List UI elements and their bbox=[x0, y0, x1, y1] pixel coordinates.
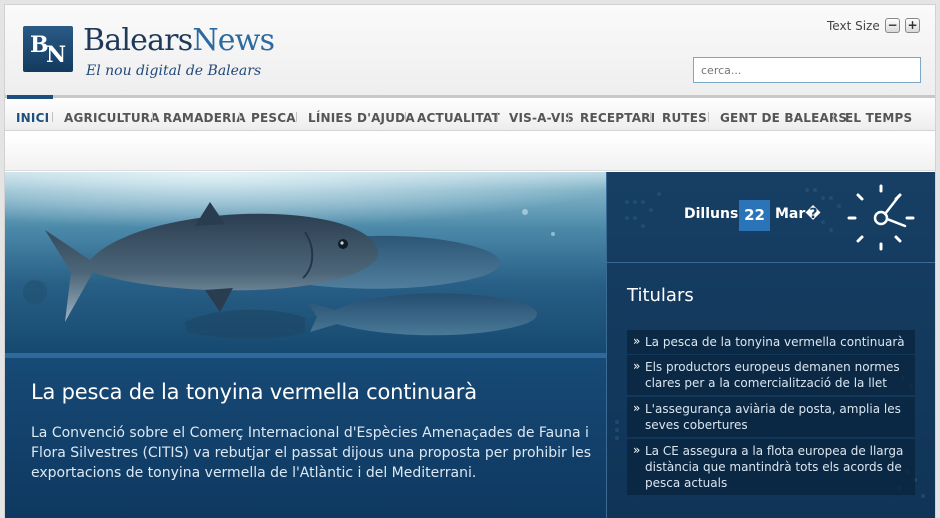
nav-item-vis-a-vis[interactable]: VIS-A-VIS bbox=[509, 111, 574, 125]
headline-item[interactable]: » L'assegurança aviària de posta, amplia… bbox=[627, 397, 915, 437]
minus-icon: − bbox=[887, 18, 898, 32]
sidebar: Dilluns 22 Mar� Titulars » La pesca de l… bbox=[606, 172, 935, 518]
main-nav: INICI AGRICULTURA RAMADERIA PESCA LÍNIES… bbox=[5, 95, 935, 131]
headlines-heading: Titulars bbox=[627, 285, 694, 306]
nav-separator bbox=[497, 112, 498, 122]
headline-text: La pesca de la tonyina vermella continua… bbox=[645, 335, 905, 349]
text-size-increase-button[interactable]: + bbox=[905, 18, 920, 33]
headline-text: La CE assegura a la flota europea de lla… bbox=[645, 444, 904, 490]
double-chevron-bullet-icon: » bbox=[633, 401, 641, 415]
featured-story-image[interactable] bbox=[5, 172, 606, 353]
site-name-part1: Balears bbox=[83, 23, 193, 58]
site-header: B N BalearsNews El nou digital de Balear… bbox=[5, 5, 935, 95]
nav-item-inici[interactable]: INICI bbox=[16, 111, 49, 125]
headline-text: L'assegurança aviària de posta, amplia l… bbox=[645, 402, 901, 432]
nav-item-pesca[interactable]: PESCA bbox=[251, 111, 296, 125]
nav-item-el-temps[interactable]: EL TEMPS bbox=[845, 111, 912, 125]
nav-separator bbox=[833, 112, 834, 122]
double-chevron-bullet-icon: » bbox=[633, 359, 641, 373]
nav-separator bbox=[650, 112, 651, 122]
headline-text: Els productors europeus demanen normes c… bbox=[645, 360, 900, 390]
clock-icon bbox=[847, 184, 915, 251]
page-frame: B N BalearsNews El nou digital de Balear… bbox=[4, 4, 936, 518]
headline-item[interactable]: » La pesca de la tonyina vermella contin… bbox=[627, 330, 915, 354]
nav-separator bbox=[405, 112, 406, 122]
nav-separator bbox=[239, 112, 240, 122]
month-name: Mar� bbox=[775, 206, 821, 222]
nav-item-gent-de-balears[interactable]: GENT DE BALEARS bbox=[720, 111, 847, 125]
search-input[interactable] bbox=[693, 57, 921, 83]
plus-icon: + bbox=[907, 18, 918, 32]
nav-item-actualitat[interactable]: ACTUALITAT bbox=[417, 111, 500, 125]
text-size-label: Text Size bbox=[827, 19, 880, 33]
nav-separator bbox=[296, 112, 297, 122]
featured-story-headline[interactable]: La pesca de la tonyina vermella continua… bbox=[31, 380, 477, 404]
sub-nav-bar bbox=[5, 135, 935, 171]
nav-separator bbox=[52, 112, 53, 122]
nav-active-indicator bbox=[7, 95, 53, 99]
day-number: 22 bbox=[739, 200, 770, 231]
site-name[interactable]: BalearsNews bbox=[83, 23, 275, 58]
site-name-part2: News bbox=[192, 23, 275, 58]
nav-separator bbox=[708, 112, 709, 122]
headline-item[interactable]: » La CE assegura a la flota europea de l… bbox=[627, 439, 915, 495]
headline-item[interactable]: » Els productors europeus demanen normes… bbox=[627, 355, 915, 395]
nav-item-linies-ajuda[interactable]: LÍNIES D'AJUDA bbox=[308, 111, 415, 125]
site-tagline: El nou digital de Balears bbox=[86, 63, 262, 79]
double-chevron-bullet-icon: » bbox=[633, 443, 641, 457]
nav-separator bbox=[152, 112, 153, 122]
nav-item-agricultura[interactable]: AGRICULTURA bbox=[64, 111, 160, 125]
nav-separator bbox=[568, 112, 569, 122]
nav-item-receptari[interactable]: RECEPTARI bbox=[580, 111, 655, 125]
nav-item-rutes[interactable]: RUTES bbox=[662, 111, 707, 125]
nav-item-ramaderia[interactable]: RAMADERIA bbox=[163, 111, 246, 125]
featured-story: La pesca de la tonyina vermella continua… bbox=[5, 172, 606, 518]
text-size-decrease-button[interactable]: − bbox=[885, 18, 900, 33]
tuna-photo bbox=[5, 172, 606, 339]
day-name: Dilluns bbox=[684, 206, 739, 222]
logo-letter-n: N bbox=[46, 42, 67, 68]
double-chevron-bullet-icon: » bbox=[633, 334, 641, 348]
logo-mark[interactable]: B N bbox=[23, 26, 73, 72]
featured-story-summary: La Convenció sobre el Comerç Internacion… bbox=[31, 425, 592, 481]
date-bar: Dilluns 22 Mar� bbox=[607, 172, 935, 263]
